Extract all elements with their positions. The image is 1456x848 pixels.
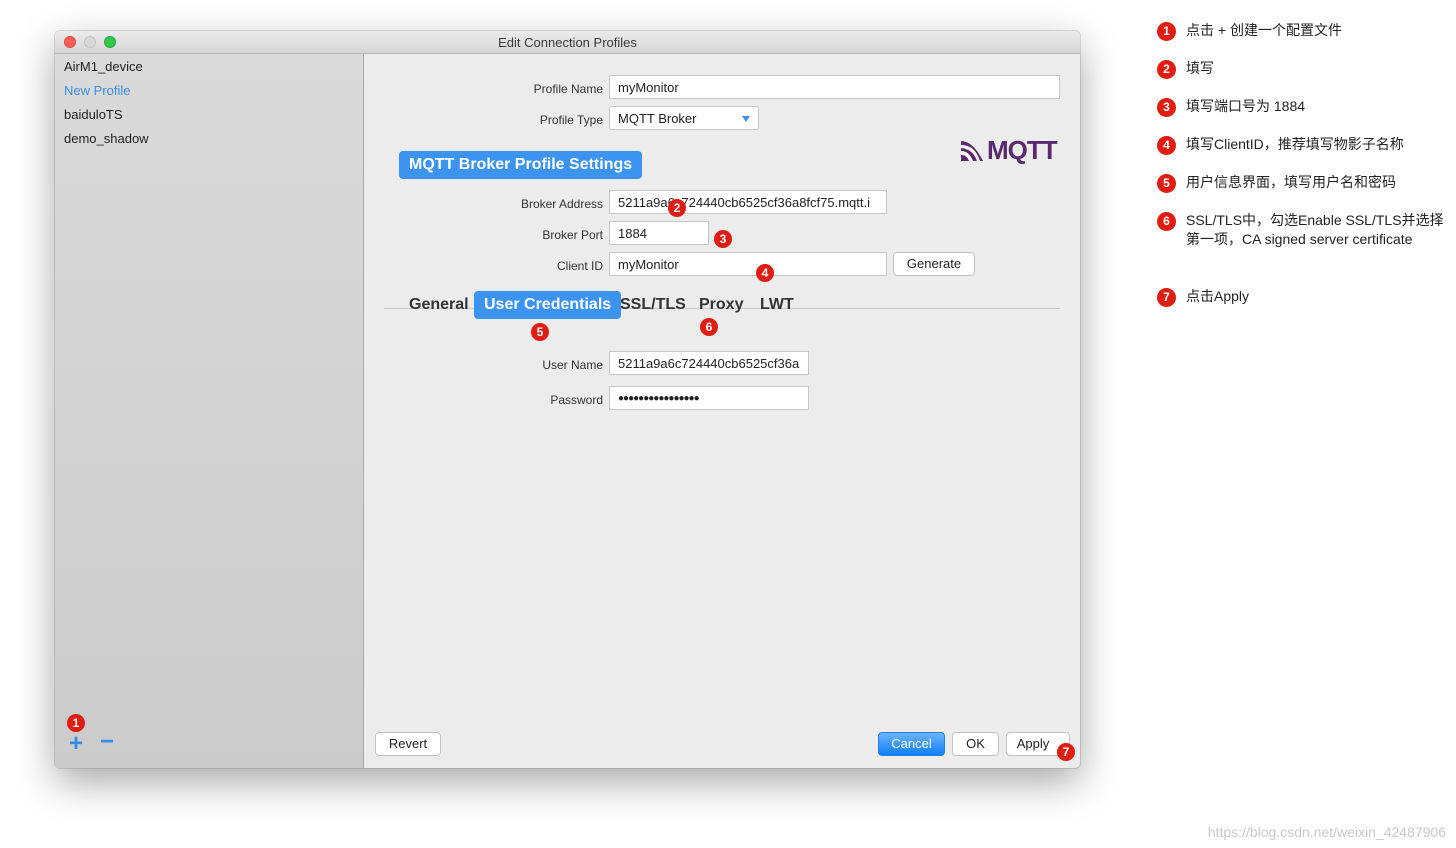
step-badge-6: 6: [700, 318, 718, 336]
annotation-badge: 5: [1157, 174, 1176, 193]
step-badge-5: 5: [531, 323, 549, 341]
user-name-input[interactable]: 5211a9a6c724440cb6525cf36a: [609, 351, 809, 375]
profile-list-sidebar: AirM1_device New Profile baiduloTS demo_…: [55, 54, 364, 768]
mqtt-logo: MQTT: [961, 135, 1061, 165]
annotation-badge: 3: [1157, 98, 1176, 117]
profile-editor: Profile Name myMonitor Profile Type MQTT…: [364, 54, 1080, 768]
client-id-label: Client ID: [556, 259, 603, 273]
annotation-text: 点击Apply: [1186, 288, 1250, 304]
tab-ssl-tls[interactable]: SSL/TLS: [620, 291, 686, 319]
step-badge-1: 1: [67, 714, 85, 732]
sidebar-item-baiduiots[interactable]: baiduloTS: [64, 107, 123, 122]
generate-button[interactable]: Generate: [893, 252, 975, 276]
mqtt-logo-text: MQTT: [987, 135, 1058, 165]
tab-general[interactable]: General: [409, 291, 469, 319]
tab-lwt[interactable]: LWT: [760, 291, 794, 319]
tab-proxy[interactable]: Proxy: [699, 291, 743, 319]
title-bar[interactable]: Edit Connection Profiles: [55, 31, 1080, 54]
profile-type-select[interactable]: MQTT Broker: [609, 106, 759, 130]
cancel-button[interactable]: Cancel: [878, 732, 945, 756]
ok-button[interactable]: OK: [952, 732, 999, 756]
step-badge-7: 7: [1057, 743, 1075, 761]
annotation-text: 填写: [1186, 60, 1214, 76]
password-label: Password: [550, 393, 603, 407]
user-name-label: User Name: [542, 358, 603, 372]
mqtt-logo-icon: [961, 141, 983, 161]
profile-name-label: Profile Name: [533, 82, 603, 96]
sidebar-item-demo-shadow[interactable]: demo_shadow: [64, 131, 149, 146]
broker-settings-section-button[interactable]: MQTT Broker Profile Settings: [399, 151, 643, 179]
annotation-badge: 7: [1157, 288, 1176, 307]
tab-user-credentials[interactable]: User Credentials: [474, 291, 622, 319]
annotation-text: 填写端口号为 1884: [1186, 98, 1306, 114]
client-id-input[interactable]: myMonitor: [609, 252, 887, 276]
profile-type-label: Profile Type: [539, 113, 603, 127]
broker-address-label: Broker Address: [520, 197, 603, 211]
step-badge-4: 4: [756, 264, 774, 282]
profile-type-value: MQTT Broker: [618, 111, 697, 126]
annotation-badge: 1: [1157, 22, 1176, 41]
annotation-badge: 6: [1157, 212, 1176, 231]
remove-profile-button[interactable]: −: [100, 730, 114, 754]
add-profile-button[interactable]: +: [69, 732, 83, 756]
watermark: https://blog.csdn.net/weixin_42487906: [1207, 824, 1446, 840]
window-title: Edit Connection Profiles: [498, 35, 637, 50]
annotation-text: 点击 + 创建一个配置文件: [1186, 22, 1342, 38]
broker-port-input[interactable]: 1884: [609, 221, 709, 245]
password-input[interactable]: ●●●●●●●●●●●●●●●●: [609, 386, 809, 410]
annotation-badge: 2: [1157, 60, 1176, 79]
sidebar-item-new-profile[interactable]: New Profile: [64, 83, 130, 98]
broker-address-input[interactable]: 5211a9a6c724440cb6525cf36a8fcf75.mqtt.i: [609, 190, 887, 214]
profile-name-input[interactable]: myMonitor: [609, 75, 1060, 99]
annotation-text: 填写ClientID，推荐填写物影子名称: [1186, 136, 1404, 152]
chevron-down-icon: [742, 116, 750, 122]
step-badge-3: 3: [714, 230, 732, 248]
annotation-badge: 4: [1157, 136, 1176, 155]
broker-port-label: Broker Port: [542, 228, 603, 242]
annotation-text: 用户信息界面，填写用户名和密码: [1186, 174, 1396, 190]
edit-connection-profiles-window: Edit Connection Profiles AirM1_device Ne…: [55, 31, 1080, 768]
revert-button[interactable]: Revert: [375, 732, 441, 756]
sidebar-item-airm1-device[interactable]: AirM1_device: [64, 59, 143, 74]
annotation-text: SSL/TLS中，勾选Enable SSL/TLS并选择 第一项，CA sign…: [1186, 212, 1444, 247]
step-badge-2: 2: [668, 199, 686, 217]
